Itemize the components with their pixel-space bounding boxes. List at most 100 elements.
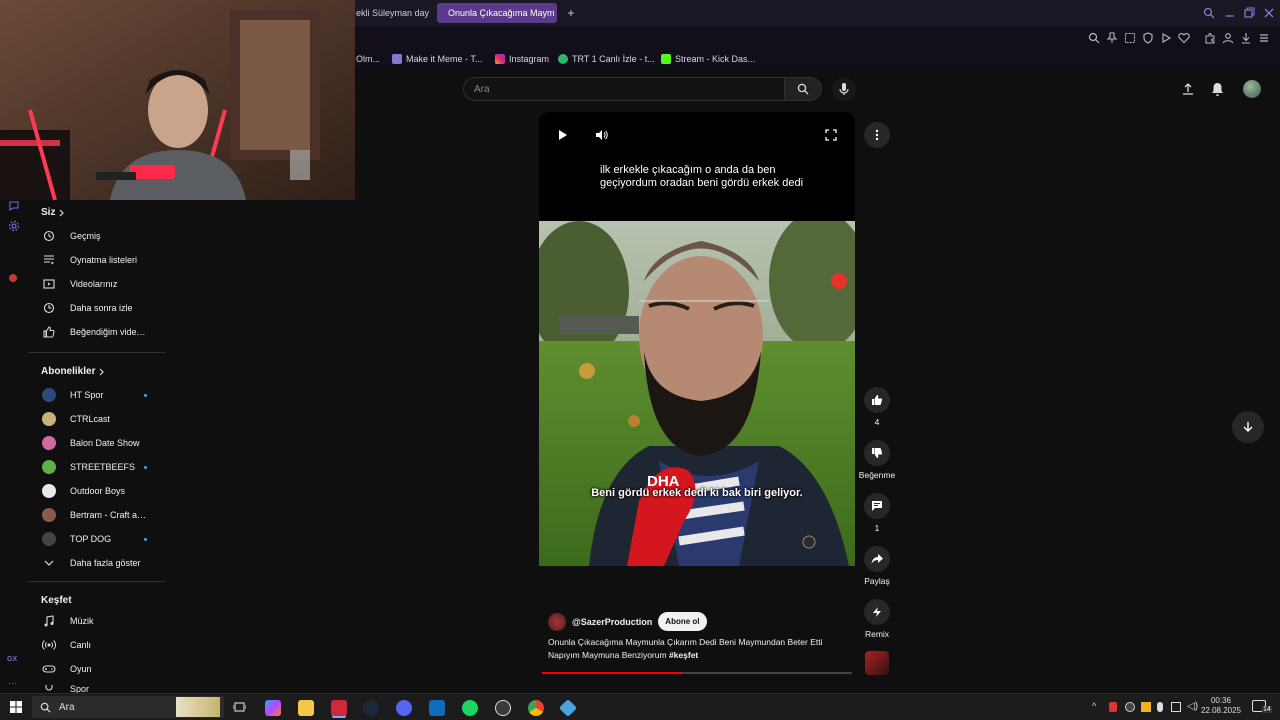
- more-options-button[interactable]: [864, 122, 890, 148]
- chrome-icon[interactable]: [528, 700, 544, 716]
- pin-icon[interactable]: [1106, 32, 1118, 44]
- fullscreen-icon[interactable]: [825, 129, 837, 141]
- sidebar-item-sports[interactable]: Spor: [41, 685, 165, 693]
- sidebar-subscription-item[interactable]: CTRLcast: [41, 411, 165, 427]
- sidebar-item-history[interactable]: Geçmiş: [41, 228, 165, 244]
- opera-gx-icon[interactable]: [331, 700, 347, 716]
- tray-app-icon[interactable]: [1109, 702, 1117, 712]
- tray-microphone-icon[interactable]: [1157, 702, 1163, 712]
- search-icon[interactable]: [1203, 7, 1215, 19]
- heart-icon[interactable]: [1178, 32, 1190, 44]
- task-view-icon[interactable]: [233, 701, 246, 713]
- sidebar-subscription-item[interactable]: STREETBEEFS: [41, 459, 165, 475]
- user-avatar[interactable]: [1243, 80, 1261, 98]
- sidebar-subscriptions-heading[interactable]: Abonelikler: [41, 366, 105, 377]
- sidebar-subscription-item[interactable]: Bertram - Craft and ...: [41, 507, 165, 523]
- account-icon[interactable]: [1222, 32, 1234, 44]
- tray-app-icon[interactable]: [1141, 702, 1151, 712]
- bookmark-item[interactable]: TRT 1 Canlı İzle - t...: [558, 54, 655, 64]
- like-action[interactable]: 4: [862, 387, 892, 427]
- tray-chevron-icon[interactable]: ^: [1092, 701, 1096, 711]
- discord-icon[interactable]: [396, 700, 412, 716]
- browser-tab[interactable]: ekli Süleyman day: [350, 3, 432, 23]
- channel-avatar[interactable]: [548, 612, 566, 631]
- menu-icon[interactable]: [1258, 32, 1270, 44]
- notifications-bell-icon[interactable]: [1211, 82, 1224, 96]
- sidebar-item-your-videos[interactable]: Videolarınız: [41, 276, 165, 292]
- zoom-icon[interactable]: [1088, 32, 1100, 44]
- sidebar-subscription-item[interactable]: Balon Date Show: [41, 435, 165, 451]
- volume-icon[interactable]: [595, 129, 608, 141]
- browser-tab-active[interactable]: Onunla Çıkacağıma Maym: [437, 3, 557, 23]
- subscribe-button[interactable]: Abone ol: [658, 612, 707, 631]
- copilot-icon[interactable]: [265, 700, 281, 716]
- obs-icon[interactable]: [495, 700, 511, 716]
- record-icon[interactable]: [9, 274, 17, 282]
- dislike-button[interactable]: [864, 440, 890, 466]
- outlook-icon[interactable]: [429, 700, 445, 716]
- shield-icon[interactable]: [1142, 32, 1154, 44]
- dislike-label: Beğenme: [858, 470, 896, 480]
- sidebar-show-more[interactable]: Daha fazla göster: [41, 555, 165, 571]
- video-frame[interactable]: DHA: [539, 221, 855, 566]
- download-icon[interactable]: [1240, 32, 1252, 44]
- playlist-icon: [44, 255, 54, 265]
- sidebar-subscription-item[interactable]: Outdoor Boys: [41, 483, 165, 499]
- app-icon[interactable]: [558, 698, 578, 718]
- sidebar-item-live[interactable]: Canlı: [41, 637, 165, 653]
- snapshot-icon[interactable]: [1124, 32, 1136, 44]
- messenger-icon[interactable]: [8, 200, 20, 212]
- file-explorer-icon[interactable]: [298, 700, 314, 716]
- extensions-icon[interactable]: [1204, 32, 1216, 44]
- search-input[interactable]: Ara: [463, 77, 785, 101]
- progress-bar[interactable]: [542, 672, 852, 674]
- channel-name[interactable]: @SazerProduction: [572, 617, 652, 627]
- hashtag-link[interactable]: #keşfet: [669, 650, 698, 660]
- remix-action[interactable]: Remix: [862, 599, 892, 639]
- minimize-icon[interactable]: [1224, 7, 1236, 19]
- bookmark-item[interactable]: Instagram: [495, 54, 549, 64]
- share-action[interactable]: Paylaş: [862, 546, 892, 586]
- close-icon[interactable]: [1263, 7, 1275, 19]
- next-video-button[interactable]: [1232, 411, 1264, 443]
- settings-icon[interactable]: [8, 220, 20, 232]
- more-icon[interactable]: ···: [8, 678, 17, 688]
- like-button[interactable]: [864, 387, 890, 413]
- bookmark-item[interactable]: Olm...: [356, 54, 380, 64]
- sidebar-you-heading[interactable]: Siz: [41, 207, 65, 218]
- sidebar-item-gaming[interactable]: Oyun: [41, 661, 165, 677]
- player-icon[interactable]: [1160, 32, 1172, 44]
- windows-start-icon[interactable]: [10, 701, 22, 713]
- voice-search-button[interactable]: [832, 77, 856, 101]
- sound-thumbnail[interactable]: [865, 651, 889, 675]
- bookmark-item[interactable]: Stream - Kick Das...: [661, 54, 755, 64]
- spotify-icon[interactable]: [462, 700, 478, 716]
- steam-icon[interactable]: [363, 700, 379, 716]
- sidebar-item-playlists[interactable]: Oynatma listeleri: [41, 252, 165, 268]
- comments-button[interactable]: [864, 493, 890, 519]
- sidebar-item-liked-videos[interactable]: Beğendiğim videolar: [41, 324, 165, 340]
- tray-clock[interactable]: 00:36 22.08.2025: [1200, 696, 1242, 716]
- new-tab-button[interactable]: +: [562, 3, 580, 23]
- search-button[interactable]: [784, 77, 822, 101]
- thumb-down-icon: [872, 448, 883, 458]
- sidebar-subscription-item[interactable]: TOP DOG: [41, 531, 165, 547]
- dislike-action[interactable]: Beğenme: [856, 440, 898, 480]
- sidebar-subscription-item[interactable]: HT Spor: [41, 387, 165, 403]
- tray-app-icon[interactable]: [1125, 702, 1135, 712]
- taskbar-search[interactable]: Ara: [32, 696, 224, 718]
- share-button[interactable]: [864, 546, 890, 572]
- play-icon[interactable]: [558, 129, 568, 141]
- restore-icon[interactable]: [1243, 7, 1255, 19]
- comments-action[interactable]: 1: [862, 493, 892, 533]
- tray-volume-icon[interactable]: ◁): [1187, 701, 1198, 712]
- gx-icon[interactable]: GX: [7, 656, 17, 663]
- sidebar-item-watch-later[interactable]: Daha sonra izle: [41, 300, 165, 316]
- remix-button[interactable]: [864, 599, 890, 625]
- video-title[interactable]: Onunla Çıkacağıma Maymunla Çıkarım Dedi …: [548, 636, 828, 662]
- upload-icon[interactable]: [1182, 82, 1194, 96]
- more-options[interactable]: [862, 122, 892, 152]
- bookmark-item[interactable]: Make it Meme - T...: [392, 54, 482, 64]
- sidebar-item-music[interactable]: Müzik: [41, 613, 165, 629]
- tray-network-icon[interactable]: [1171, 702, 1181, 712]
